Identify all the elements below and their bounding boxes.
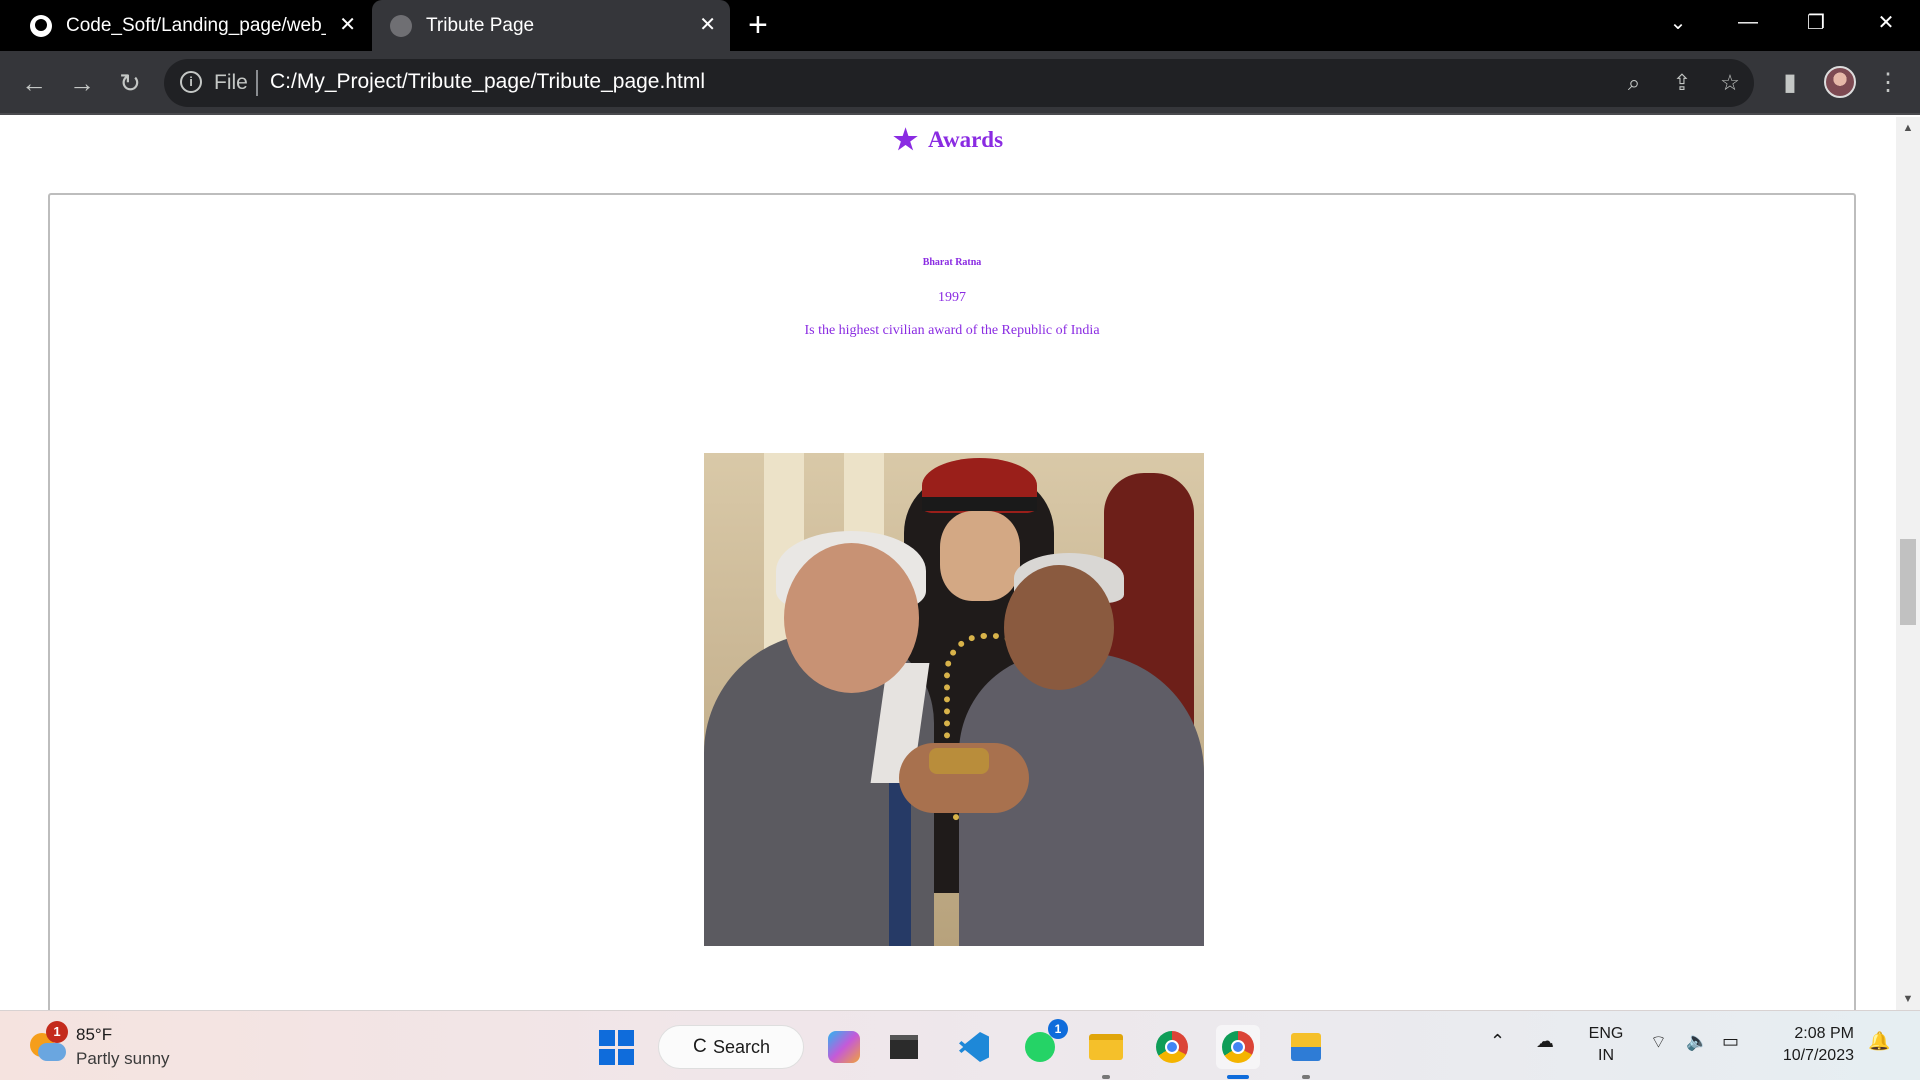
awards-heading: ★ Awards (0, 123, 1896, 157)
github-icon (30, 14, 52, 37)
profile-avatar[interactable] (1824, 66, 1856, 98)
whatsapp-badge: 1 (1048, 1019, 1068, 1039)
menu-icon[interactable]: ⋮ (1870, 65, 1906, 101)
tab-strip: Code_Soft/Landing_page/web_ ✕ Tribute Pa… (0, 0, 1920, 51)
terminal-icon[interactable] (882, 1025, 926, 1069)
chrome-icon[interactable] (1150, 1025, 1194, 1069)
star-icon: ★ (892, 125, 919, 156)
taskbar: 1 85°F Partly sunny C Search 1 ⌃ ☁ ENG I… (0, 1010, 1920, 1080)
tab-search-icon[interactable]: ⌄ (1648, 0, 1708, 44)
whatsapp-icon[interactable]: 1 (1018, 1019, 1068, 1069)
weather-temperature[interactable]: 85°F (76, 1025, 112, 1045)
vscode-icon[interactable] (952, 1025, 996, 1069)
bookmark-star-icon[interactable]: ☆ (1716, 69, 1744, 97)
chrome-profile-icon[interactable] (1216, 1025, 1260, 1079)
clock-time: 2:08 PM (1794, 1025, 1854, 1042)
weather-badge: 1 (46, 1021, 68, 1043)
start-button[interactable] (594, 1025, 638, 1069)
back-button[interactable]: ← (16, 65, 52, 101)
tab-tribute-page[interactable]: Tribute Page ✕ (372, 0, 730, 51)
onedrive-icon[interactable]: ☁ (1536, 1031, 1554, 1052)
active-indicator (1227, 1075, 1249, 1079)
scheme-label: File (214, 71, 248, 94)
notification-bell-icon[interactable]: 🔔 (1868, 1031, 1890, 1052)
weather-condition[interactable]: Partly sunny (76, 1049, 170, 1069)
awards-title: Awards (928, 127, 1004, 152)
tab-code-soft[interactable]: Code_Soft/Landing_page/web_ ✕ (0, 0, 370, 51)
search-label: Search (713, 1037, 771, 1057)
award-description: Is the highest civilian award of the Rep… (804, 323, 1100, 338)
award-photo (704, 453, 1204, 946)
battery-icon[interactable]: ▭ (1722, 1031, 1739, 1052)
search-icon: C (693, 1036, 707, 1057)
scroll-up-arrow-icon[interactable]: ▲ (1896, 119, 1920, 137)
running-indicator (1302, 1075, 1310, 1079)
show-hidden-icons-icon[interactable]: ⌃ (1490, 1031, 1505, 1052)
running-indicator (1102, 1075, 1110, 1079)
volume-icon[interactable]: 🔈 (1686, 1031, 1708, 1052)
copilot-icon[interactable] (822, 1025, 866, 1069)
scrollbar-thumb[interactable] (1900, 539, 1916, 625)
tab-title: Tribute Page (426, 14, 535, 36)
globe-icon (390, 14, 412, 37)
system-clock[interactable]: 2:08 PM 10/7/2023 (1764, 1023, 1854, 1067)
forward-button[interactable]: → (64, 65, 100, 101)
taskbar-search[interactable]: C Search (658, 1025, 804, 1069)
browser-toolbar: ← → ↻ i File C:/My_Project/Tribute_page/… (0, 51, 1920, 115)
info-icon[interactable]: i (180, 71, 202, 93)
divider (256, 70, 258, 96)
vertical-scrollbar[interactable]: ▲ ▼ (1896, 117, 1920, 1010)
award-name: Bharat Ratna (922, 257, 982, 268)
wifi-icon[interactable]: ⌔ (1650, 1031, 1667, 1054)
tab-title: Code_Soft/Landing_page/web_ (66, 14, 326, 36)
address-bar[interactable]: i File C:/My_Project/Tribute_page/Tribut… (164, 59, 1754, 107)
award-card: Bharat Ratna 1997 Is the highest civilia… (48, 193, 1856, 1010)
url-text[interactable]: C:/My_Project/Tribute_page/Tribute_page.… (270, 70, 705, 94)
reload-button[interactable]: ↻ (112, 65, 148, 101)
minimize-button[interactable]: — (1718, 0, 1778, 44)
language-line2: IN (1598, 1047, 1614, 1064)
award-year: 1997 (938, 290, 966, 305)
language-indicator[interactable]: ENG IN (1584, 1023, 1628, 1067)
language-line1: ENG (1588, 1025, 1624, 1042)
share-icon[interactable]: ⇪ (1668, 69, 1696, 97)
zoom-icon[interactable]: ⌕ (1620, 69, 1648, 97)
windows-icon (598, 1029, 634, 1065)
side-panel-icon[interactable]: ▮ (1772, 65, 1808, 101)
new-tab-button[interactable]: + (748, 8, 768, 42)
clock-date: 10/7/2023 (1782, 1047, 1854, 1064)
onedrive-folder-icon[interactable] (1284, 1025, 1328, 1079)
scroll-down-arrow-icon[interactable]: ▼ (1896, 990, 1920, 1008)
close-tab-icon[interactable]: ✕ (339, 13, 356, 37)
close-tab-icon[interactable]: ✕ (699, 13, 716, 37)
close-window-button[interactable]: ✕ (1856, 0, 1916, 44)
restore-button[interactable]: ❐ (1786, 0, 1846, 44)
page-viewport: ★ Awards Bharat Ratna 1997 Is the highest… (0, 117, 1896, 1010)
file-explorer-icon[interactable] (1084, 1025, 1128, 1079)
